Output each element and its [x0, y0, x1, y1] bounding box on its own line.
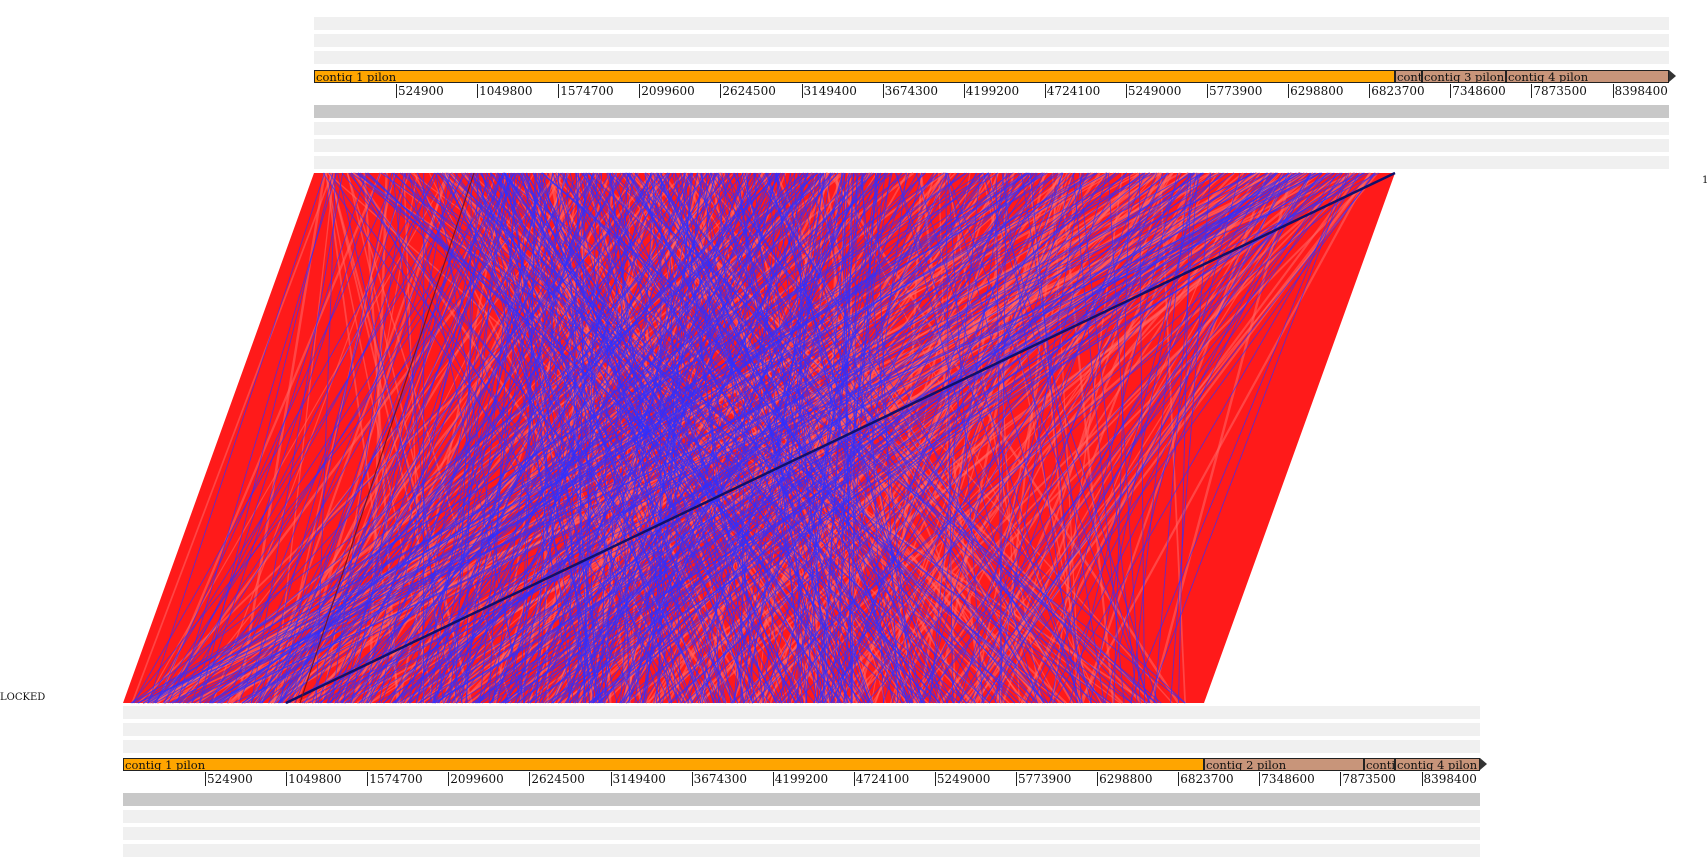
contig-1-bar[interactable]: contig 1 pilon: [314, 70, 1395, 83]
ruler-tick: [286, 772, 288, 786]
ruler-tick: [1097, 772, 1099, 786]
ruler-tick-label: 3674300: [884, 84, 939, 98]
ruler-tick: [1612, 84, 1614, 98]
ruler-tick-label: 6823700: [1180, 772, 1234, 786]
ruler-tick-label: 2624500: [722, 84, 776, 98]
ruler-tick: [396, 84, 397, 98]
ruler-tick-label: 5249000: [936, 772, 991, 786]
ruler-tick: [1207, 84, 1208, 98]
ruler-tick: [1421, 772, 1423, 786]
ruler-tick-label: 6298800: [1290, 84, 1344, 98]
ruler-tick-label: 8398400: [1614, 84, 1668, 98]
scroll-row[interactable]: [123, 793, 1480, 806]
contig-4-bar[interactable]: contig 4 pilon: [1395, 758, 1480, 771]
feature-row: [314, 122, 1669, 135]
ruler-tick-label: 1049800: [479, 84, 533, 98]
ruler-tick-label: 4199200: [965, 84, 1020, 98]
ruler-tick-label: 7873500: [1533, 84, 1587, 98]
feature-row: [314, 34, 1669, 47]
ruler-tick-label: 3149400: [803, 84, 857, 98]
feature-row: [314, 17, 1669, 30]
ruler-tick: [963, 84, 965, 98]
feature-row: [123, 810, 1480, 823]
ruler-tick-label: 7348600: [1452, 84, 1506, 98]
feature-row: [314, 156, 1669, 169]
ruler-tick: [1259, 772, 1261, 786]
top-genome-track[interactable]: contig 1 pilon contig 2 pilon contig 3 p…: [314, 17, 1676, 173]
ruler-tick-label: 1049800: [288, 772, 342, 786]
ruler-tick-label: 6298800: [1099, 772, 1153, 786]
ruler-tick: [1125, 84, 1127, 98]
bottom-genome-track[interactable]: contig 1 pilon contig 2 pilon contig 3 p…: [123, 706, 1487, 862]
comparison-viewer: { "top_track": { "contigs": [ {"label": …: [0, 0, 1707, 867]
ruler-tick-label: 5249000: [1127, 84, 1182, 98]
contig-4-bar[interactable]: contig 4 pilon: [1506, 70, 1669, 83]
ruler-tick-label: 7873500: [1342, 772, 1396, 786]
ruler-tick-label: 4724100: [1046, 84, 1101, 98]
ruler-tick: [1178, 772, 1180, 786]
ruler-tick: [720, 84, 722, 98]
ruler-tick: [934, 772, 936, 786]
ruler-tick: [1044, 84, 1046, 98]
contig-3-bar[interactable]: contig 3 pilon: [1422, 70, 1506, 83]
ruler-tick: [1016, 772, 1017, 786]
scroll-row[interactable]: [314, 105, 1669, 118]
ruler-tick: [1450, 84, 1452, 98]
ruler-tick-label: 3674300: [693, 772, 748, 786]
contig-3-bar[interactable]: contig 3 pilon: [1364, 758, 1395, 771]
ruler-tick-label: 1574700: [369, 772, 423, 786]
ruler-tick: [639, 84, 641, 98]
contig-2-bar[interactable]: contig 2 pilon: [1395, 70, 1422, 83]
ruler-tick: [558, 84, 560, 98]
top-ruler: 524900 1049800 1574700 2099600 2624500 314940…: [314, 84, 1669, 102]
contig-1-bar[interactable]: contig 1 pilon: [123, 758, 1204, 771]
feature-row: [123, 827, 1480, 840]
ruler-tick-label: 2099600: [641, 84, 695, 98]
ruler-tick: [1340, 772, 1342, 786]
ruler-tick: [772, 772, 774, 786]
ruler-tick-label: 2099600: [450, 772, 504, 786]
ruler-tick-label: 524900: [207, 772, 253, 786]
ruler-tick-label: 4724100: [855, 772, 910, 786]
ruler-tick: [853, 772, 855, 786]
feature-row: [123, 844, 1480, 857]
lock-status-label[interactable]: LOCKED: [0, 692, 45, 703]
ruler-tick-label: 2624500: [531, 772, 585, 786]
contig-end-arrow-icon: [1480, 758, 1487, 770]
ruler-tick: [1531, 84, 1533, 98]
scroll-value: 1: [1702, 175, 1707, 186]
feature-row: [123, 740, 1480, 753]
ruler-tick: [448, 772, 450, 786]
ruler-tick: [367, 772, 369, 786]
ruler-tick-label: 5773900: [1018, 772, 1072, 786]
ruler-tick: [882, 84, 884, 98]
feature-row: [123, 706, 1480, 719]
ruler-tick-label: 3149400: [612, 772, 666, 786]
ruler-tick-label: 1574700: [560, 84, 614, 98]
feature-row: [123, 723, 1480, 736]
ruler-tick: [529, 772, 531, 786]
contig-2-bar[interactable]: contig 2 pilon: [1204, 758, 1364, 771]
ruler-tick-label: 5773900: [1209, 84, 1263, 98]
ruler-tick-label: 7348600: [1261, 772, 1315, 786]
ruler-tick-label: 524900: [398, 84, 444, 98]
feature-row: [314, 51, 1669, 64]
ruler-tick: [610, 772, 612, 786]
ruler-tick: [205, 772, 206, 786]
ruler-tick: [691, 772, 693, 786]
ruler-tick: [801, 84, 803, 98]
ruler-tick: [477, 84, 479, 98]
ruler-tick: [1369, 84, 1371, 98]
ruler-tick-label: 4199200: [774, 772, 829, 786]
bottom-ruler: 524900 1049800 1574700 2099600 2624500 314940…: [123, 772, 1480, 790]
ruler-tick-label: 8398400: [1423, 772, 1477, 786]
ruler-tick-label: 6823700: [1371, 84, 1425, 98]
ruler-tick: [1288, 84, 1290, 98]
contig-end-arrow-icon: [1669, 70, 1676, 82]
feature-row: [314, 139, 1669, 152]
